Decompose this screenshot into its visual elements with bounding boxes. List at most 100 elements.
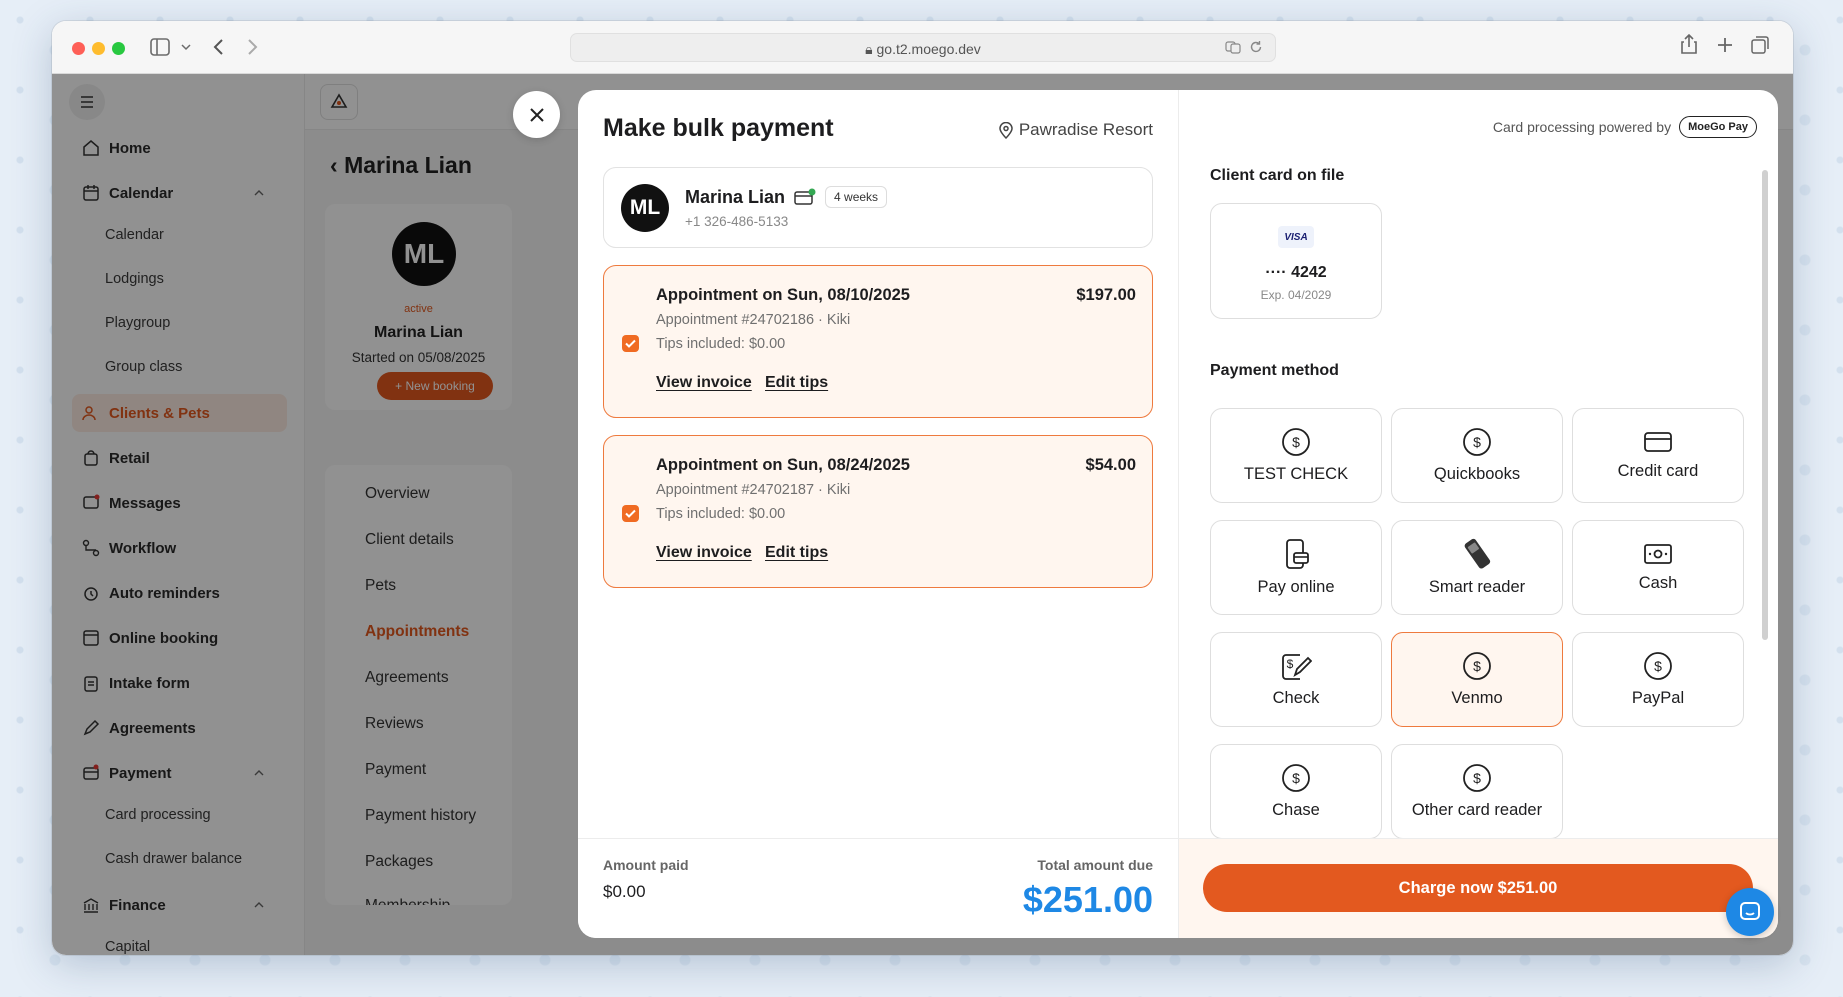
charge-footer: Charge now $251.00: [1179, 838, 1778, 938]
totals-footer: Amount paid $0.00 Total amount due $251.…: [578, 838, 1178, 938]
view-invoice-link[interactable]: View invoice: [656, 374, 752, 392]
amount-paid-value: $0.00: [603, 882, 646, 901]
check-pen-icon: $: [1282, 654, 1312, 680]
appointment-number: Appointment #24702187 · Kiki: [656, 482, 851, 498]
payment-method-test-check[interactable]: $ TEST CHECK: [1210, 408, 1382, 503]
payment-method-venmo[interactable]: $ Venmo: [1391, 632, 1563, 727]
payment-method-title: Payment method: [1210, 362, 1339, 379]
reload-icon[interactable]: [1249, 40, 1263, 54]
location-name: Pawradise Resort: [1018, 120, 1153, 139]
bulk-payment-modal: Make bulk payment Pawradise Resort ML Ma…: [578, 90, 1778, 938]
card-on-file-title: Client card on file: [1210, 167, 1345, 184]
appointment-tips: Tips included: $0.00: [656, 506, 786, 522]
payment-method-smart-reader[interactable]: Smart reader: [1391, 520, 1563, 615]
close-window-button[interactable]: [72, 42, 85, 55]
translate-icon[interactable]: [1225, 40, 1241, 54]
card-reader-icon: [1464, 538, 1491, 569]
payment-method-pay-online[interactable]: Pay online: [1210, 520, 1382, 615]
url-text: go.t2.moego.dev: [876, 41, 981, 57]
card-on-file-icon: [794, 188, 816, 206]
svg-text:$: $: [1473, 434, 1481, 450]
payment-method-label: Check: [1272, 689, 1320, 707]
appointment-amount: $54.00: [1085, 456, 1136, 474]
scrollbar[interactable]: [1762, 170, 1768, 640]
charge-now-button[interactable]: Charge now $251.00: [1203, 864, 1753, 912]
card-last4: ···· 4242: [1265, 264, 1327, 281]
edit-tips-link[interactable]: Edit tips: [765, 544, 828, 562]
chat-support-button[interactable]: [1726, 888, 1774, 936]
dollar-circle-icon: $: [1463, 764, 1491, 792]
location: Pawradise Resort: [999, 120, 1153, 140]
payment-method-check[interactable]: $ Check: [1210, 632, 1382, 727]
checkmark-icon: [625, 339, 636, 348]
payment-method-label: Venmo: [1451, 689, 1503, 707]
payment-method-label: Quickbooks: [1433, 465, 1521, 483]
frequency-badge: 4 weeks: [825, 186, 888, 208]
payment-method-other-card-reader[interactable]: $ Other card reader: [1391, 744, 1563, 839]
checkmark-icon: [625, 509, 636, 518]
appointment-checkbox[interactable]: [622, 335, 639, 352]
appointment-number: Appointment #24702186 · Kiki: [656, 312, 851, 328]
card-expiry: Exp. 04/2029: [1260, 288, 1332, 302]
forward-arrow-icon[interactable]: [247, 38, 259, 56]
cash-icon: [1644, 544, 1672, 564]
svg-text:$: $: [1292, 770, 1300, 786]
powered-by-text: Card processing powered by: [1492, 119, 1672, 135]
view-invoice-link[interactable]: View invoice: [656, 544, 752, 562]
address-bar[interactable]: 🔒︎ go.t2.moego.dev: [570, 33, 1276, 62]
total-due-value: $251.00: [1022, 879, 1153, 920]
avatar: ML: [621, 184, 669, 232]
dollar-circle-icon: $: [1282, 764, 1310, 792]
dollar-circle-icon: $: [1463, 428, 1491, 456]
location-pin-icon: [999, 121, 1013, 139]
svg-text:$: $: [1287, 657, 1294, 671]
payment-method-label: Chase: [1272, 801, 1320, 819]
client-name: Marina Lian: [685, 186, 786, 207]
payment-method-quickbooks[interactable]: $ Quickbooks: [1391, 408, 1563, 503]
edit-tips-link[interactable]: Edit tips: [765, 374, 828, 392]
appointment-card: Appointment on Sun, 08/10/2025 $197.00 A…: [603, 265, 1153, 418]
close-icon: [529, 107, 544, 122]
tab-overview-icon[interactable]: [1751, 36, 1769, 54]
share-icon[interactable]: [1681, 34, 1697, 54]
minimize-window-button[interactable]: [92, 42, 105, 55]
lock-icon: 🔒︎: [865, 41, 877, 57]
payment-method-label: PayPal: [1631, 689, 1685, 707]
phone-card-icon: [1286, 539, 1309, 569]
client-card: ML Marina Lian 4 weeks +1 326-486-5133: [603, 167, 1153, 248]
svg-text:$: $: [1654, 658, 1662, 674]
total-due-label: Total amount due: [1037, 857, 1153, 873]
payment-method-label: Smart reader: [1428, 578, 1526, 596]
appointment-title: Appointment on Sun, 08/24/2025: [656, 456, 910, 474]
appointment-tips: Tips included: $0.00: [656, 336, 786, 352]
new-tab-icon[interactable]: [1717, 37, 1733, 53]
payment-method-cash[interactable]: Cash: [1572, 520, 1744, 615]
payment-summary-panel: Make bulk payment Pawradise Resort ML Ma…: [578, 90, 1178, 938]
amount-paid-label: Amount paid: [603, 857, 689, 873]
payment-method-label: Credit card: [1617, 462, 1699, 480]
dollar-circle-icon: $: [1463, 652, 1491, 680]
chat-icon: [1740, 902, 1760, 920]
appointment-card: Appointment on Sun, 08/24/2025 $54.00 Ap…: [603, 435, 1153, 588]
payment-method-credit-card[interactable]: Credit card: [1572, 408, 1744, 503]
appointment-title: Appointment on Sun, 08/10/2025: [656, 286, 910, 304]
dollar-circle-icon: $: [1282, 428, 1310, 456]
payment-method-paypal[interactable]: $ PayPal: [1572, 632, 1744, 727]
appointment-checkbox[interactable]: [622, 505, 639, 522]
browser-toolbar: 🔒︎ go.t2.moego.dev: [52, 21, 1793, 74]
svg-text:$: $: [1473, 770, 1481, 786]
saved-card[interactable]: VISA ···· 4242 Exp. 04/2029: [1210, 203, 1382, 319]
zoom-window-button[interactable]: [112, 42, 125, 55]
visa-icon: VISA: [1278, 226, 1314, 248]
payment-method-panel: Card processing powered by MoeGo Pay Cli…: [1178, 90, 1778, 938]
svg-text:$: $: [1292, 434, 1300, 450]
appointment-amount: $197.00: [1076, 286, 1136, 304]
sidebar-toggle-icon[interactable]: [150, 38, 170, 56]
payment-method-label: Pay online: [1257, 578, 1335, 596]
payment-method-chase[interactable]: $ Chase: [1210, 744, 1382, 839]
back-arrow-icon[interactable]: [212, 38, 224, 56]
chevron-down-icon[interactable]: [181, 43, 191, 51]
payment-method-label: TEST CHECK: [1243, 465, 1349, 483]
close-modal-button[interactable]: [513, 91, 560, 138]
payment-method-label: Other card reader: [1411, 801, 1543, 819]
